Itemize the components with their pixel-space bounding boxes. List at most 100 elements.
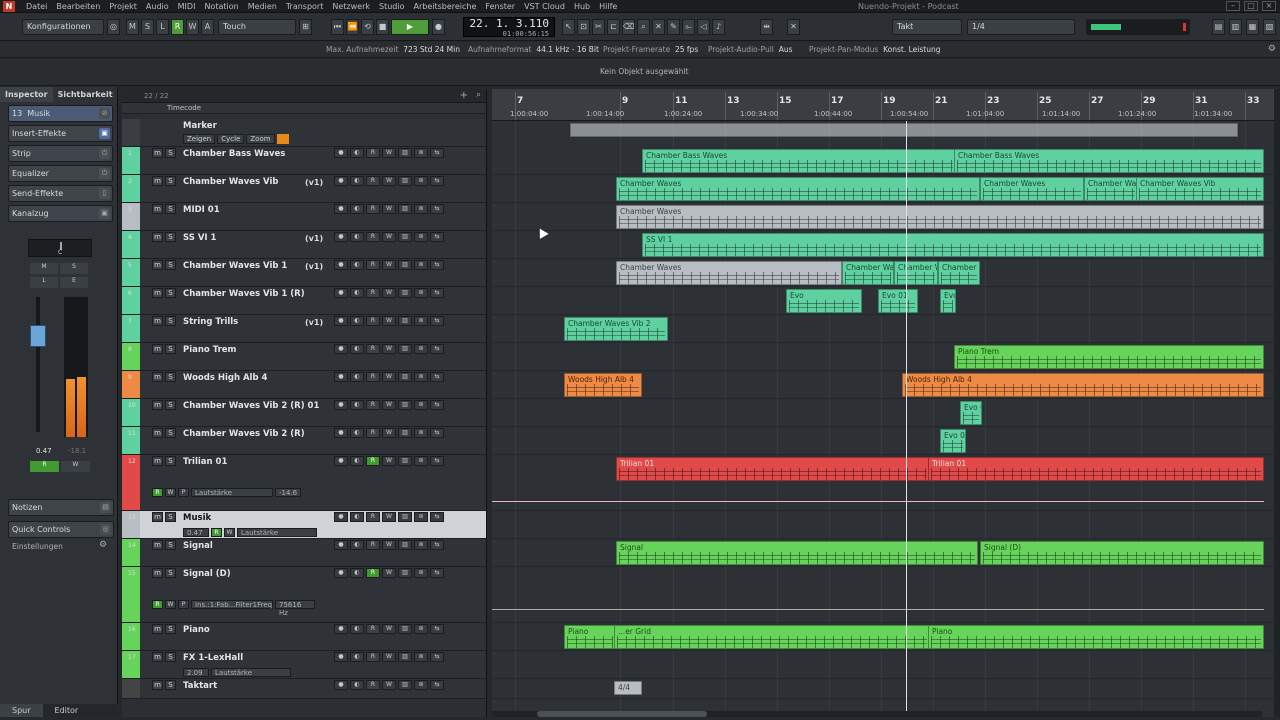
event-clip[interactable]: Evo 01 (878, 289, 918, 313)
freeze-icon[interactable]: ⊛ (414, 680, 428, 690)
strip-bypass-icon[interactable]: ⏻ (99, 148, 110, 159)
info-value[interactable]: 44.1 kHz - 16 Bit (536, 45, 599, 54)
event-clip[interactable]: Chamber W (894, 261, 938, 285)
close-icon[interactable]: × (1262, 1, 1276, 11)
write-automation-button[interactable]: W (382, 456, 396, 466)
track-mute-button[interactable]: m (152, 372, 163, 382)
info-value[interactable]: Aus (779, 45, 793, 54)
monitor-icon[interactable]: ◐ (350, 400, 364, 410)
track-row[interactable]: 3 m S MIDI 01 ● ◐ R W ▥ ⊛ ⇆ (122, 203, 486, 231)
automation-write-button[interactable]: W (165, 488, 176, 497)
time-warp-icon[interactable]: ⟜ (682, 19, 695, 35)
write-button[interactable]: W (61, 461, 90, 472)
channel-settings-icon[interactable]: ⇆ (430, 344, 444, 354)
section-insert-effects[interactable]: Insert-Effekte ▣ (8, 125, 113, 142)
event-clip[interactable]: Signal (D) (980, 541, 1264, 565)
track-write-button[interactable]: W (224, 528, 235, 537)
info-value[interactable]: 723 Std 24 Min (403, 45, 460, 54)
freeze-icon[interactable]: ⊛ (414, 456, 428, 466)
track-name[interactable]: Signal (183, 541, 213, 551)
edit-instrument-icon[interactable]: ▥ (398, 456, 412, 466)
grid-dropdown[interactable]: Takt (892, 19, 962, 35)
write-automation-button[interactable]: W (382, 288, 396, 298)
read-automation-button[interactable]: R (366, 568, 380, 578)
record-enable-icon[interactable]: ● (334, 512, 348, 522)
monitor-icon[interactable]: ◐ (350, 512, 364, 522)
read-automation-button[interactable]: R (366, 316, 380, 326)
channel-settings-icon[interactable]: ⇆ (430, 260, 444, 270)
track-name[interactable]: Chamber Waves Vib 1 (183, 261, 287, 271)
section-strip[interactable]: Strip ⏻ (8, 145, 113, 162)
track-mute-button[interactable]: m (152, 204, 163, 214)
track-name[interactable]: Chamber Waves Vib (183, 177, 278, 187)
track-lane[interactable] (492, 427, 1274, 455)
monitor-icon[interactable]: ◐ (350, 652, 364, 662)
record-enable-icon[interactable]: ● (334, 148, 348, 158)
solo-all-button[interactable]: S (141, 19, 154, 35)
read-automation-button[interactable]: R (366, 232, 380, 242)
write-automation-button[interactable]: W (382, 568, 396, 578)
monitor-icon[interactable]: ◐ (350, 232, 364, 242)
track-read-button[interactable]: R (211, 528, 222, 537)
read-automation-button[interactable]: R (366, 372, 380, 382)
edit-instrument-icon[interactable]: ▥ (398, 372, 412, 382)
edit-button[interactable]: E (60, 277, 88, 288)
event-clip[interactable]: Chamber Waves (616, 261, 842, 285)
section-quick-controls[interactable]: Quick Controls ◎ (8, 521, 114, 538)
read-automation-button[interactable]: R (366, 540, 380, 550)
event-clip[interactable]: Chamber Bass Waves (642, 149, 956, 173)
track-row[interactable]: 4 m S SS VI 1 (v1) ● ◐ R W ▥ ⊛ ⇆ (122, 231, 486, 259)
menu-notation[interactable]: Notation (204, 2, 238, 11)
track-solo-button[interactable]: S (165, 316, 176, 326)
track-solo-button[interactable]: S (165, 148, 176, 158)
track-mute-button[interactable]: m (152, 652, 163, 662)
track-row[interactable]: 1 m S Chamber Bass Waves ● ◐ R W ▥ ⊛ ⇆ (122, 147, 486, 175)
automation-value[interactable]: -14.6 (275, 488, 301, 497)
track-name[interactable]: SS VI 1 (183, 233, 216, 243)
event-clip[interactable]: Piano (564, 625, 616, 649)
section-send-effects[interactable]: Send-Effekte ▯ (8, 185, 113, 202)
record-enable-icon[interactable]: ● (334, 680, 348, 690)
freeze-icon[interactable]: ⊛ (414, 260, 428, 270)
channel-settings-icon[interactable]: ⇆ (430, 204, 444, 214)
track-solo-button[interactable]: S (165, 652, 176, 662)
pan-control[interactable]: C (28, 239, 92, 257)
section-notes[interactable]: Notizen ▤ (8, 499, 114, 516)
edit-instrument-icon[interactable]: ▥ (398, 232, 412, 242)
record-icon[interactable]: ● (432, 19, 445, 35)
track-solo-button[interactable]: S (165, 400, 176, 410)
inspector-track-name[interactable]: 13 Musik ⊘ (8, 105, 113, 122)
freeze-icon[interactable]: ⊛ (414, 176, 428, 186)
read-automation-button[interactable]: R (366, 456, 380, 466)
maximize-icon[interactable]: □ (1244, 1, 1258, 11)
channel-settings-icon[interactable]: ⇆ (430, 680, 444, 690)
read-button[interactable]: R (30, 461, 59, 472)
automation-param[interactable]: Ins.:1:Fab...Filter1Freq (191, 600, 273, 609)
read-automation-button[interactable]: R (366, 624, 380, 634)
channel-settings-icon[interactable]: ⇆ (430, 148, 444, 158)
record-enable-icon[interactable]: ● (334, 652, 348, 662)
transport-display[interactable]: 22. 1. 3.110 01:00:56:15 (463, 17, 555, 38)
track-solo-button[interactable]: S (165, 512, 176, 522)
event-clip[interactable]: Woods High Alb 4 (564, 373, 642, 397)
track-volume-value[interactable]: 2.09 (183, 668, 209, 677)
split-tool-icon[interactable]: ✂ (592, 19, 605, 35)
write-automation-button[interactable]: W (382, 204, 396, 214)
automation-value[interactable]: 75616 Hz (275, 600, 315, 617)
listen-button[interactable]: L (156, 19, 169, 35)
monitor-icon[interactable]: ◐ (350, 428, 364, 438)
monitor-icon[interactable]: ◐ (350, 624, 364, 634)
menu-datei[interactable]: Datei (26, 2, 47, 11)
menu-midi[interactable]: MIDI (178, 2, 196, 11)
edit-instrument-icon[interactable]: ▥ (398, 204, 412, 214)
track-name[interactable]: Chamber Waves Vib 2 (R) (183, 429, 305, 439)
edit-instrument-icon[interactable]: ▥ (398, 344, 412, 354)
info-value[interactable]: 25 fps (675, 45, 698, 54)
read-automation-button[interactable]: R (366, 176, 380, 186)
layout-top-icon[interactable]: ▥ (1229, 19, 1242, 35)
write-automation-button[interactable]: W (382, 652, 396, 662)
write-automation-button[interactable]: W (382, 260, 396, 270)
edit-instrument-icon[interactable]: ▥ (398, 176, 412, 186)
freeze-icon[interactable]: ⊛ (414, 232, 428, 242)
track-mute-button[interactable]: m (152, 540, 163, 550)
